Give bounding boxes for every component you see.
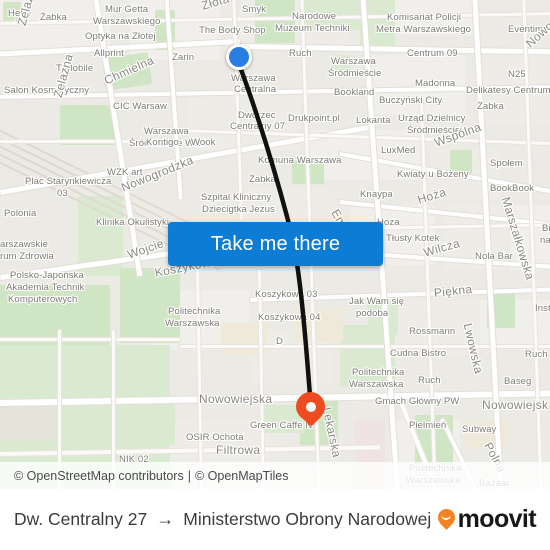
arrow-right-icon: → (156, 509, 175, 529)
map-green (105, 52, 153, 90)
moovit-wordmark: moovit (457, 505, 537, 533)
origin-marker[interactable] (226, 44, 252, 70)
map-screenshot: Hebe Żabka Mur Getta Warszawskiego Smyk Narod… (0, 0, 550, 550)
attribution-osm[interactable]: © OpenStreetMap contributors (14, 469, 184, 483)
map-road (0, 338, 180, 341)
map-attribution: © OpenStreetMap contributors | © OpenMap… (0, 462, 550, 489)
map-label: Żelazna (50, 52, 76, 100)
map-canvas[interactable]: Hebe Żabka Mur Getta Warszawskiego Smyk Narod… (0, 0, 550, 489)
route-title: Dw. Centralny 27 → Ministerstwo Obrony N… (14, 509, 431, 530)
destination-marker[interactable] (296, 392, 325, 430)
attribution-separator: | (187, 468, 191, 483)
map-green (120, 400, 175, 445)
map-green (120, 268, 180, 343)
footer-bar: Dw. Centralny 27 → Ministerstwo Obrony N… (0, 489, 550, 550)
map-block (130, 0, 220, 60)
map-zone (0, 400, 60, 440)
map-green (255, 0, 295, 43)
map-green (60, 105, 115, 145)
map-label: CIC Warsaw (113, 101, 167, 112)
map-label: Wspólna (432, 119, 484, 150)
map-label: Polonia (4, 208, 37, 219)
map-green (450, 150, 472, 174)
map-label: T-Mobile (56, 63, 94, 74)
moovit-logo[interactable]: moovit (437, 505, 537, 534)
map-sand (295, 308, 343, 342)
map-green (332, 55, 350, 75)
map-label: Żabka (249, 174, 276, 185)
take-me-there-button[interactable]: Take me there (168, 222, 383, 266)
map-label: arszawskie (0, 239, 48, 250)
map-label: Baseg (504, 376, 532, 387)
attribution-maptiles[interactable]: © OpenMapTiles (195, 469, 289, 483)
map-road (0, 140, 200, 143)
map-green (0, 285, 110, 345)
pin-hole (305, 401, 316, 412)
map-label: Nowo (522, 18, 550, 51)
map-label: rum Zdrowia (0, 251, 54, 262)
moovit-pin-icon (437, 509, 455, 530)
route-origin-label: Dw. Centralny 27 (14, 509, 148, 529)
map-block (370, 55, 465, 115)
route-destination-label: Ministerstwo Obrony Narodowej (183, 509, 432, 529)
